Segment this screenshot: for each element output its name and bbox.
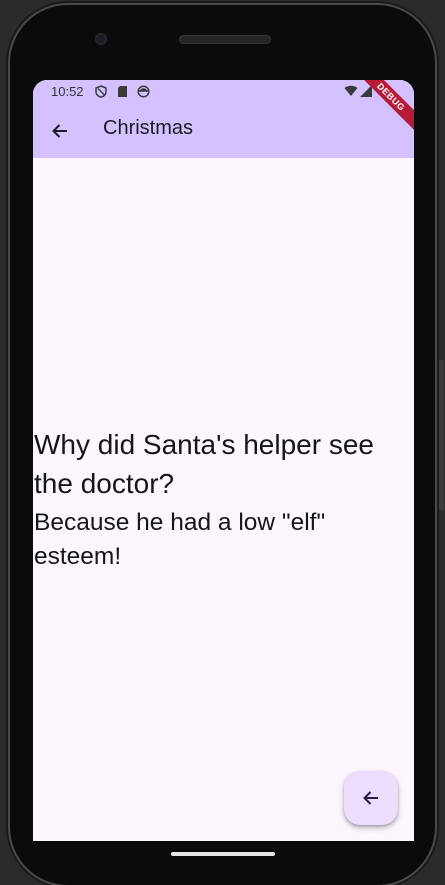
joke-content: Why did Santa's helper see the doctor? B…: [34, 425, 412, 574]
joke-question: Why did Santa's helper see the doctor?: [34, 429, 374, 499]
face-icon: [137, 85, 150, 101]
front-camera: [95, 33, 107, 45]
app-bar: Christmas: [33, 104, 414, 158]
arrow-back-icon: [363, 791, 378, 805]
app-screen: 10:52 Christmas DEBUG Why did Santa's he…: [33, 80, 414, 841]
back-button[interactable]: [46, 117, 74, 145]
wifi-icon: [344, 85, 358, 100]
page-title: Christmas: [103, 117, 194, 139]
status-bar: 10:52: [33, 80, 414, 104]
arrow-back-icon: [52, 124, 67, 138]
joke-answer: Because he had a low "elf" esteem!: [34, 509, 326, 570]
back-fab-button[interactable]: [344, 771, 398, 825]
sd-card-icon: [117, 85, 128, 101]
shield-icon: [95, 85, 107, 101]
status-time: 10:52: [51, 84, 84, 99]
volume-button: [439, 360, 444, 510]
earpiece-speaker: [179, 35, 271, 44]
home-gesture-bar[interactable]: [171, 852, 275, 856]
signal-icon: [360, 85, 372, 100]
